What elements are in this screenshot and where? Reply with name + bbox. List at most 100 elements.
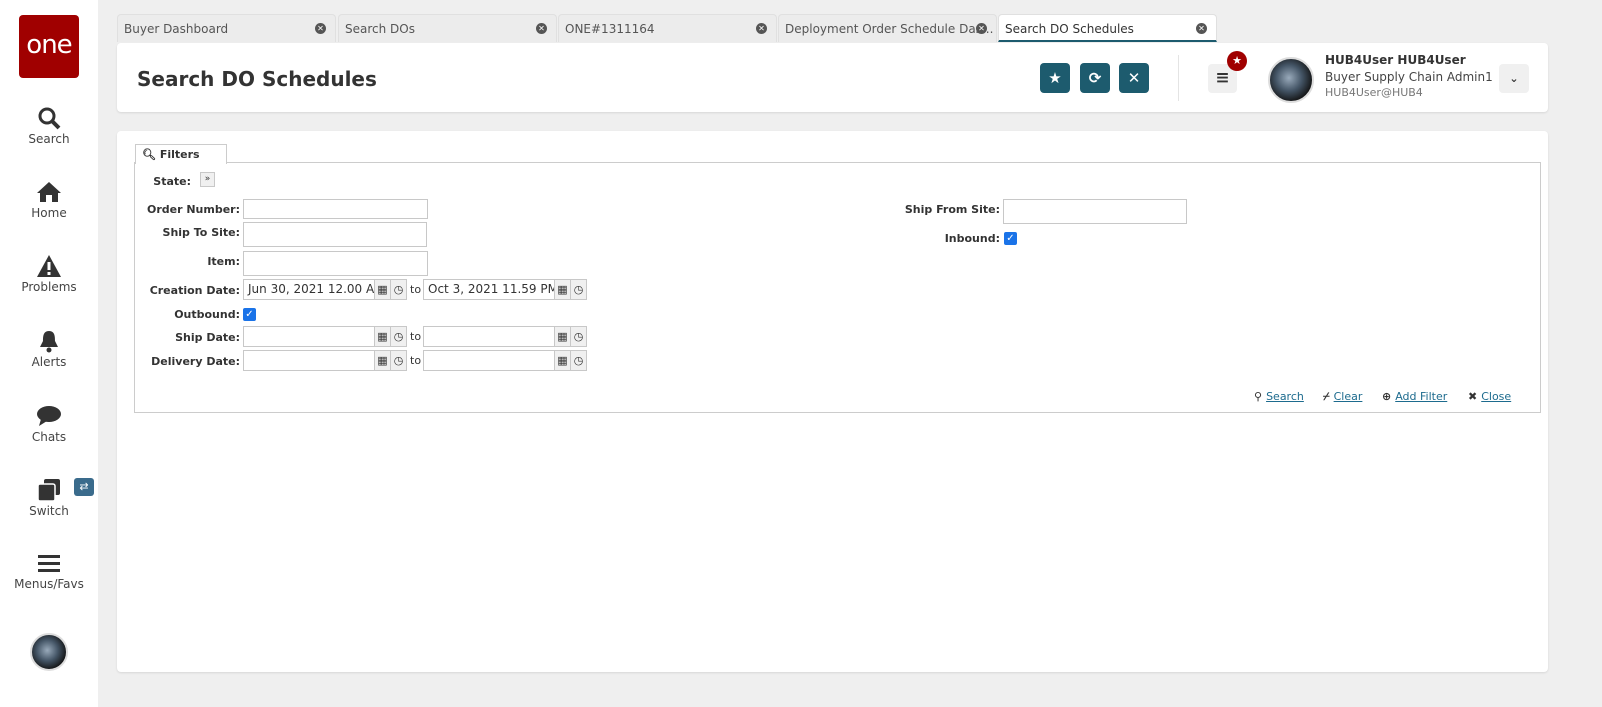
close-tab-icon[interactable]: ✕ <box>536 23 547 34</box>
creation-date-from-input[interactable]: Jun 30, 2021 12.00 AM <box>243 279 375 300</box>
sidebar-avatar[interactable] <box>30 633 68 671</box>
tab-search-do-schedules[interactable]: Search DO Schedules ✕ <box>998 14 1217 42</box>
filters-tab-label: Filters <box>159 148 200 161</box>
item-label: Item: <box>207 255 240 268</box>
sidebar-item-menus-favs[interactable]: Menus/Favs <box>0 553 98 591</box>
ship-from-site-input[interactable] <box>1003 199 1187 224</box>
sidebar-item-label: Menus/Favs <box>14 577 84 591</box>
ship-to-site-input[interactable] <box>243 222 427 247</box>
search-icon: 🔍︎ <box>142 148 156 161</box>
calendar-icon[interactable]: ▦ <box>554 350 571 371</box>
ship-from-site-label: Ship From Site: <box>904 203 1000 216</box>
calendar-icon[interactable]: ▦ <box>554 279 571 300</box>
close-tab-icon[interactable]: ✕ <box>756 23 767 34</box>
clock-icon[interactable]: ◷ <box>390 279 407 300</box>
outbound-checkbox[interactable]: ✓ <box>243 308 256 321</box>
tab-deployment-order-schedule[interactable]: Deployment Order Schedule Das... ✕ <box>778 14 997 42</box>
sidebar-item-label: Search <box>28 132 70 146</box>
sidebar-item-label: Alerts <box>31 355 67 369</box>
search-link-label: Search <box>1266 390 1304 403</box>
close-tab-icon[interactable]: ✕ <box>976 23 987 34</box>
search-icon <box>38 107 61 130</box>
delivery-date-label: Delivery Date: <box>151 355 240 368</box>
add-filter-link-label: Add Filter <box>1395 390 1448 403</box>
delivery-date-to-input[interactable] <box>423 350 555 371</box>
plus-circle-icon: ⊕ <box>1382 390 1392 403</box>
favorites-star-badge-icon: ★ <box>1227 51 1247 71</box>
close-page-button[interactable]: ✕ <box>1119 63 1149 93</box>
sidebar-item-label: Home <box>31 206 67 220</box>
close-icon: ✕ <box>1127 69 1141 87</box>
chat-icon <box>37 406 61 426</box>
clock-icon[interactable]: ◷ <box>570 279 587 300</box>
warning-icon <box>37 255 61 277</box>
clear-link[interactable]: ⌿ Clear <box>1323 390 1362 404</box>
sidebar-item-label: Switch <box>29 504 69 518</box>
clock-icon[interactable]: ◷ <box>390 326 407 347</box>
add-filter-link[interactable]: ⊕ Add Filter <box>1382 390 1447 403</box>
tab-label: Search DO Schedules <box>1005 22 1134 36</box>
user-email: HUB4User@HUB4 <box>1325 86 1423 99</box>
sidebar-item-label: Problems <box>21 280 77 294</box>
ship-date-label: Ship Date: <box>175 331 240 344</box>
app-logo[interactable]: one <box>19 15 79 78</box>
outbound-label: Outbound: <box>174 308 240 321</box>
switch-icon <box>37 479 60 502</box>
calendar-icon[interactable]: ▦ <box>374 350 391 371</box>
page-header: Search DO Schedules ★ ⟳ ✕ ≡ ★ HUB4User H… <box>117 43 1548 112</box>
close-icon: ✖ <box>1468 390 1478 403</box>
star-icon: ★ <box>1048 69 1062 87</box>
order-number-input[interactable] <box>243 199 428 219</box>
clock-icon[interactable]: ◷ <box>570 350 587 371</box>
creation-date-to-input[interactable]: Oct 3, 2021 11.59 PM E <box>423 279 555 300</box>
search-icon: ⚲ <box>1254 390 1263 403</box>
ship-date-to-input[interactable] <box>423 326 555 347</box>
delivery-date-from-input[interactable] <box>243 350 375 371</box>
sidebar-item-search[interactable]: Search <box>0 106 98 146</box>
sidebar-item-chats[interactable]: Chats <box>0 404 98 444</box>
order-number-label: Order Number: <box>146 203 240 216</box>
clear-link-label: Clear <box>1333 390 1363 403</box>
close-link-label: Close <box>1481 390 1512 403</box>
tab-label: Search DOs <box>345 22 415 36</box>
tab-label: Deployment Order Schedule Das... <box>785 22 994 36</box>
switch-arrows-icon[interactable]: ⇄ <box>74 478 94 496</box>
item-input[interactable] <box>243 251 428 276</box>
close-filters-link[interactable]: ✖ Close <box>1468 390 1511 403</box>
tab-label: Buyer Dashboard <box>124 22 229 36</box>
clock-icon[interactable]: ◷ <box>390 350 407 371</box>
tab-label: ONE#1311164 <box>565 22 655 36</box>
calendar-icon[interactable]: ▦ <box>374 279 391 300</box>
favorite-button[interactable]: ★ <box>1040 63 1070 93</box>
user-menu-dropdown[interactable]: ⌄ <box>1499 64 1529 93</box>
user-avatar[interactable] <box>1268 57 1314 103</box>
state-expand-button[interactable]: » <box>200 172 215 187</box>
refresh-icon: ⟳ <box>1088 69 1102 87</box>
double-chevron-down-icon: » <box>204 174 211 184</box>
divider <box>1178 55 1179 101</box>
hamburger-icon: ≡ <box>1215 68 1230 88</box>
sidebar-item-label: Chats <box>31 430 67 444</box>
filters-tab[interactable]: 🔍︎ Filters <box>135 144 227 164</box>
close-tab-icon[interactable]: ✕ <box>1196 23 1207 34</box>
page-title: Search DO Schedules <box>137 67 377 91</box>
clock-icon[interactable]: ◷ <box>570 326 587 347</box>
inbound-checkbox[interactable]: ✓ <box>1004 232 1017 245</box>
refresh-button[interactable]: ⟳ <box>1080 63 1110 93</box>
tab-buyer-dashboard[interactable]: Buyer Dashboard ✕ <box>117 14 336 42</box>
inbound-label: Inbound: <box>944 232 1000 245</box>
user-name: HUB4User HUB4User <box>1325 53 1466 67</box>
search-link[interactable]: ⚲ Search <box>1254 390 1304 403</box>
calendar-icon[interactable]: ▦ <box>554 326 571 347</box>
tab-one-1311164[interactable]: ONE#1311164 ✕ <box>558 14 777 42</box>
ship-date-from-input[interactable] <box>243 326 375 347</box>
user-role: Buyer Supply Chain Admin1 <box>1325 70 1493 84</box>
close-tab-icon[interactable]: ✕ <box>315 23 326 34</box>
tab-search-dos[interactable]: Search DOs ✕ <box>338 14 557 42</box>
bell-icon <box>40 331 58 353</box>
calendar-icon[interactable]: ▦ <box>374 326 391 347</box>
to-label: to <box>410 283 422 296</box>
to-label: to <box>410 354 422 367</box>
to-label: to <box>410 330 422 343</box>
broom-icon: ⌿ <box>1323 390 1330 403</box>
